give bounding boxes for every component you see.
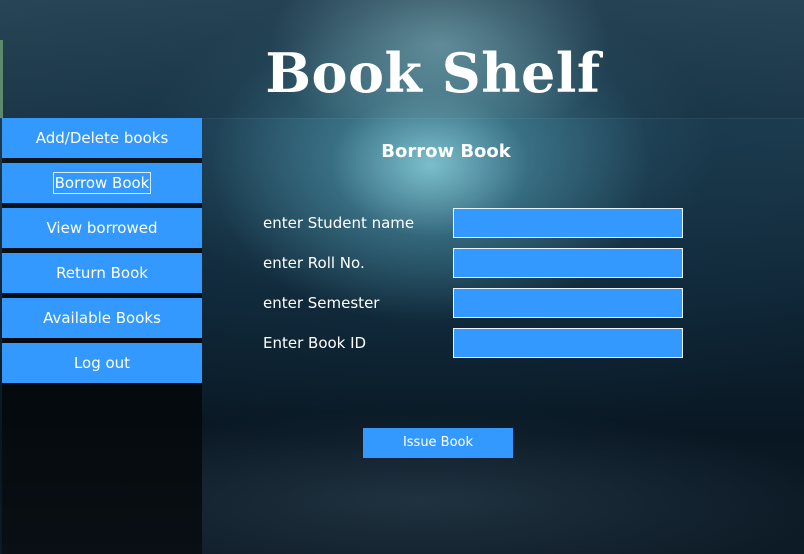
roll-no-label: enter Roll No. (263, 254, 365, 272)
sidebar-item-available-books[interactable]: Available Books (2, 298, 202, 338)
book-id-input[interactable] (453, 328, 683, 358)
sidebar-item-return-book[interactable]: Return Book (2, 253, 202, 293)
sidebar-item-label: Available Books (43, 309, 161, 327)
app-title: Book Shelf (265, 41, 601, 105)
semester-input[interactable] (453, 288, 683, 318)
sidebar-item-label: Borrow Book (52, 172, 152, 194)
sidebar-item-label: Log out (73, 354, 131, 372)
sidebar-item-view-borrowed[interactable]: View borrowed (2, 208, 202, 248)
student-name-input[interactable] (453, 208, 683, 238)
sidebar-item-borrow-book[interactable]: Borrow Book (2, 163, 202, 203)
semester-label: enter Semester (263, 294, 380, 312)
roll-no-input[interactable] (453, 248, 683, 278)
sidebar-item-label: Return Book (56, 264, 148, 282)
sidebar-item-log-out[interactable]: Log out (2, 343, 202, 383)
panel-title: Borrow Book (381, 141, 511, 162)
sidebar-item-label: Add/Delete books (35, 129, 169, 147)
student-name-label: enter Student name (263, 214, 415, 232)
sidebar-item-label: View borrowed (46, 219, 158, 237)
book-id-label: Enter Book ID (263, 334, 367, 352)
issue-book-button[interactable]: Issue Book (363, 428, 513, 458)
sidebar-item-add-delete-books[interactable]: Add/Delete books (2, 118, 202, 158)
